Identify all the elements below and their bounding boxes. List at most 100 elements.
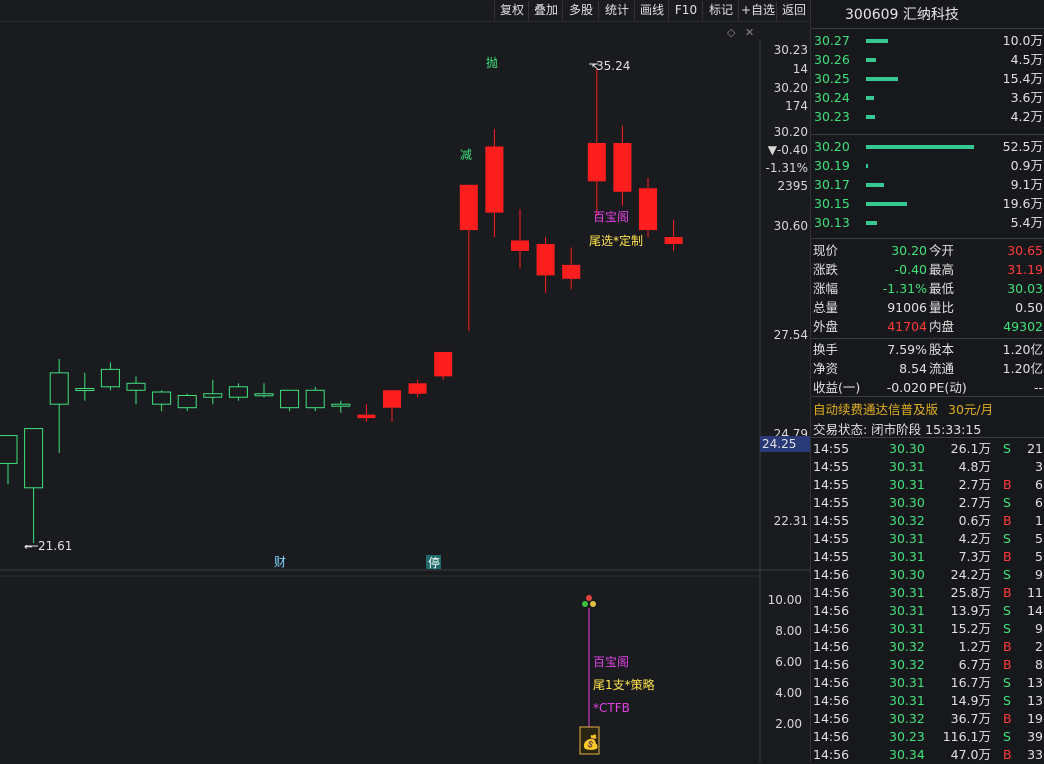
quote-value: -- bbox=[1033, 380, 1043, 395]
bid-row[interactable]: 30.13 5.4万 bbox=[811, 214, 1044, 232]
quote-label: 内盘 bbox=[929, 319, 955, 334]
promo-price[interactable]: 30元/月 bbox=[948, 402, 993, 417]
book-volume: 19.6万 bbox=[1002, 196, 1043, 211]
tick-side: S bbox=[1003, 495, 1011, 510]
tick-time: 14:56 bbox=[813, 747, 850, 762]
reduce-signal-label: 减 bbox=[460, 148, 472, 162]
quote-label: 净资 bbox=[813, 361, 839, 376]
candle-body bbox=[254, 393, 274, 397]
tick-side: B bbox=[1003, 747, 1012, 762]
bid-row[interactable]: 30.19 0.9万 bbox=[811, 157, 1044, 175]
close-icon: ✕ bbox=[745, 26, 754, 39]
tick-price: 30.31 bbox=[889, 549, 925, 564]
tick-side: B bbox=[1003, 477, 1012, 492]
candle-body bbox=[664, 237, 683, 244]
quote-label: 现价 bbox=[813, 243, 839, 258]
quote-label: 流通 bbox=[929, 361, 955, 376]
tick-price: 30.31 bbox=[889, 477, 925, 492]
book-volume-bar bbox=[866, 77, 898, 81]
quote-label: 最低 bbox=[929, 281, 955, 296]
multi-stock-button[interactable]: 多股 bbox=[562, 1, 599, 20]
tick-count: 6 bbox=[1035, 477, 1043, 492]
quote-label: 量比 bbox=[929, 300, 955, 315]
tick-side: S bbox=[1003, 441, 1011, 456]
candle-body bbox=[100, 368, 120, 388]
candle-body bbox=[383, 390, 401, 408]
quote-value: 31.19 bbox=[1007, 262, 1043, 277]
lower-axis-4: 4.00 bbox=[775, 686, 802, 700]
promo-banner[interactable]: 自动续费通达信普及版 30元/月 bbox=[813, 399, 993, 418]
tick-price: 30.32 bbox=[889, 639, 925, 654]
tick-row: 14:55 30.31 4.2万 S 5 bbox=[811, 530, 1044, 548]
book-volume-bar bbox=[866, 145, 974, 149]
bid-row[interactable]: 30.20 52.5万 bbox=[811, 138, 1044, 156]
tick-side: B bbox=[1003, 513, 1012, 528]
ask-row[interactable]: 30.25 15.4万 bbox=[811, 70, 1044, 88]
book-divider bbox=[811, 134, 1044, 135]
quote-value: 49302 bbox=[1003, 319, 1043, 334]
tick-row: 14:56 30.32 36.7万 B 19 bbox=[811, 710, 1044, 728]
tick-volume: 2.7万 bbox=[958, 477, 991, 492]
tick-volume: 4.2万 bbox=[958, 531, 991, 546]
signal-dot-green bbox=[582, 601, 588, 607]
back-button[interactable]: 返回 bbox=[776, 1, 811, 20]
book-price: 30.13 bbox=[814, 215, 850, 230]
candle-body bbox=[434, 351, 453, 377]
bid-row[interactable]: 30.15 19.6万 bbox=[811, 195, 1044, 213]
tick-volume: 116.1万 bbox=[942, 729, 991, 744]
axis-volume: 2395 bbox=[777, 179, 808, 193]
draw-line-button[interactable]: 画线 bbox=[634, 1, 669, 20]
high-marker: 35.24 bbox=[596, 59, 630, 73]
tick-volume: 36.7万 bbox=[950, 711, 991, 726]
quote-row: 收益(一) -0.020 PE(动) -- bbox=[811, 379, 1044, 397]
bid-row[interactable]: 30.17 9.1万 bbox=[811, 176, 1044, 194]
low-arrow-icon: ← bbox=[24, 542, 32, 553]
tick-count: 13 bbox=[1027, 693, 1043, 708]
ask-row[interactable]: 30.26 4.5万 bbox=[811, 51, 1044, 69]
quote-value: 41704 bbox=[887, 319, 927, 334]
fuquan-button[interactable]: 复权 bbox=[494, 1, 529, 20]
tick-side: B bbox=[1003, 585, 1012, 600]
tick-time: 14:56 bbox=[813, 585, 850, 600]
add-watchlist-button[interactable]: +自选 bbox=[738, 1, 777, 20]
candle-body bbox=[280, 389, 300, 409]
book-volume-bar bbox=[866, 96, 874, 100]
axis-p2: 30.20 bbox=[773, 81, 808, 95]
kline-chart[interactable]: ◇ ✕ 35.24 ↖ ← 21.61 抛 减 百宝阁 尾选*定制 财 停 百宝… bbox=[0, 22, 810, 762]
tick-price: 30.30 bbox=[889, 495, 925, 510]
overlay-button[interactable]: 叠加 bbox=[528, 1, 563, 20]
book-volume-bar bbox=[866, 202, 907, 206]
quote-label: 换手 bbox=[813, 342, 839, 357]
tick-side: S bbox=[1003, 603, 1011, 618]
book-volume-bar bbox=[866, 39, 888, 43]
f10-button[interactable]: F10 bbox=[668, 1, 703, 20]
quote-value: 7.59% bbox=[887, 342, 927, 357]
book-volume: 10.0万 bbox=[1002, 33, 1043, 48]
tick-time: 14:55 bbox=[813, 459, 850, 474]
tick-count: 6 bbox=[1035, 495, 1043, 510]
quote-label: PE(动) bbox=[929, 380, 967, 395]
statistics-button[interactable]: 统计 bbox=[598, 1, 635, 20]
book-volume: 0.9万 bbox=[1010, 158, 1043, 173]
tick-side: B bbox=[1003, 711, 1012, 726]
mark-button[interactable]: 标记 bbox=[702, 1, 739, 20]
tick-row: 14:55 30.31 4.8万 3 bbox=[811, 458, 1044, 476]
ask-row[interactable]: 30.27 10.0万 bbox=[811, 32, 1044, 50]
tick-volume: 7.3万 bbox=[958, 549, 991, 564]
quote-value: 8.54 bbox=[899, 361, 927, 376]
chart-toolbar: 复权 叠加 多股 统计 画线 F10 标记 +自选 返回 bbox=[0, 0, 810, 22]
tick-time: 14:56 bbox=[813, 621, 850, 636]
quote-value: 0.50 bbox=[1015, 300, 1043, 315]
book-price: 30.25 bbox=[814, 71, 850, 86]
ask-row[interactable]: 30.23 4.2万 bbox=[811, 108, 1044, 126]
lower-axis-2: 2.00 bbox=[775, 717, 802, 731]
tick-time: 14:56 bbox=[813, 603, 850, 618]
tick-row: 14:56 30.31 25.8万 B 11 bbox=[811, 584, 1044, 602]
diamond-icon: ◇ bbox=[727, 26, 736, 39]
ask-row[interactable]: 30.24 3.6万 bbox=[811, 89, 1044, 107]
quote-value: -0.40 bbox=[894, 262, 927, 277]
book-volume-bar bbox=[866, 58, 876, 62]
quote-value: 1.20亿 bbox=[1002, 342, 1043, 357]
tick-side: S bbox=[1003, 693, 1011, 708]
promo-text[interactable]: 自动续费通达信普及版 bbox=[813, 402, 938, 417]
